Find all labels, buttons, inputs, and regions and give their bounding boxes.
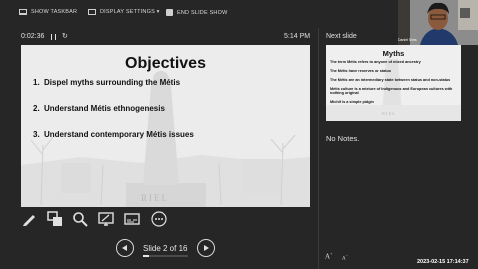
speaker-notes: No Notes. bbox=[326, 134, 360, 143]
objective-item: 2. Understand Métis ethnogenesis bbox=[33, 104, 165, 113]
next-slide-list: The term Métis refers to anyone of mixed… bbox=[330, 60, 457, 109]
next-slide-inscription: RIEL bbox=[382, 111, 396, 116]
video-timestamp: 2023-02-15 17:14:37 bbox=[417, 259, 469, 265]
slide-objectives-list: 1. Dispel myths surrounding the Métis 2. U… bbox=[33, 78, 293, 156]
zoom-icon[interactable] bbox=[72, 211, 88, 227]
display-icon bbox=[88, 9, 96, 15]
slide-counter[interactable]: Slide 2 of 16 bbox=[143, 244, 187, 253]
presenter-view: SHOW TASKBAR DISPLAY SETTINGS ▾ END SLID… bbox=[0, 0, 478, 269]
next-slide-title: Myths bbox=[382, 49, 405, 58]
more-icon[interactable] bbox=[151, 211, 167, 227]
show-taskbar-button[interactable]: SHOW TASKBAR bbox=[19, 9, 77, 15]
elapsed-timer: 0:02:36 bbox=[21, 33, 45, 40]
screen-icon[interactable] bbox=[98, 211, 114, 227]
prev-icon bbox=[122, 245, 127, 251]
slide-title: Objectives bbox=[125, 55, 206, 72]
objective-item: 1. Dispel myths surrounding the Métis bbox=[33, 78, 181, 87]
myth-item: Métis culture is a mixture of Indigenous… bbox=[330, 87, 453, 96]
webcam-name-label: Daniel Sims bbox=[398, 38, 417, 42]
panel-divider bbox=[318, 28, 319, 269]
next-icon bbox=[204, 245, 209, 251]
myth-item: Michif is a simple pidgin bbox=[330, 100, 374, 105]
subtitles-icon[interactable] bbox=[124, 211, 140, 227]
pause-icon[interactable] bbox=[51, 34, 56, 40]
slides-grid-icon[interactable] bbox=[47, 211, 63, 227]
myth-item: The term Métis refers to anyone of mixed… bbox=[330, 60, 421, 64]
top-toolbar: SHOW TASKBAR DISPLAY SETTINGS ▾ END SLID… bbox=[0, 0, 400, 26]
slide-progress-bar bbox=[143, 255, 188, 257]
show-taskbar-label: SHOW TASKBAR bbox=[31, 9, 78, 15]
objective-item: 3. Understand contemporary Métis issues bbox=[33, 130, 194, 139]
clock: 5:14 PM bbox=[284, 33, 311, 40]
slide-progress-fill bbox=[143, 255, 149, 257]
myth-item: The Métis are an intermediary state betw… bbox=[330, 78, 451, 82]
increase-text-size-button[interactable]: A+ bbox=[325, 251, 332, 260]
display-settings-label: DISPLAY SETTINGS ▾ bbox=[100, 9, 160, 15]
prev-slide-button[interactable] bbox=[116, 239, 134, 257]
next-slide-button[interactable] bbox=[197, 239, 215, 257]
next-slide-label: Next slide bbox=[326, 33, 357, 40]
current-slide[interactable]: Objectives 1. Dispel myths surrounding th… bbox=[21, 45, 310, 207]
pen-icon[interactable] bbox=[21, 211, 37, 227]
display-settings-button[interactable]: DISPLAY SETTINGS ▾ bbox=[88, 9, 160, 15]
end-slide-show-label: END SLIDE SHOW bbox=[177, 9, 228, 16]
taskbar-icon bbox=[19, 9, 27, 15]
end-slide-show-button[interactable]: END SLIDE SHOW bbox=[166, 9, 227, 16]
myth-item: The Métis have reserves or status bbox=[330, 69, 391, 73]
end-icon bbox=[166, 9, 173, 16]
decrease-text-size-button[interactable]: A− bbox=[342, 253, 348, 262]
restart-icon[interactable]: ↻ bbox=[62, 33, 69, 40]
next-slide-thumbnail[interactable]: Myths The term Métis refers to anyone of… bbox=[326, 45, 461, 121]
slide-background-inscription: RIEL bbox=[141, 193, 169, 203]
